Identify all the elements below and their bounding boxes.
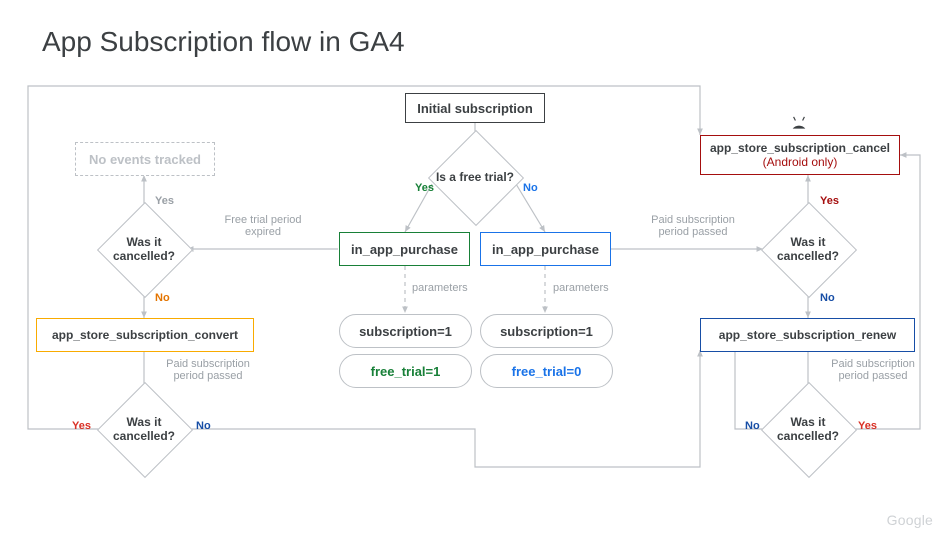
label-br-no: No [745, 420, 760, 432]
google-logo: Google [887, 512, 933, 528]
page-title: App Subscription flow in GA4 [42, 26, 405, 58]
label-bl-no: No [196, 420, 211, 432]
decision-cancelled-bottom-left: Was it cancelled? [144, 429, 145, 430]
node-subscription-renew: app_store_subscription_renew [700, 318, 915, 352]
node-initial-subscription: Initial subscription [405, 93, 545, 123]
label-paid-passed-right: Paid subscription period passed [638, 214, 748, 238]
decision-cancelled-bottom-right: Was it cancelled? [808, 429, 809, 430]
param-free-trial-1: free_trial=1 [339, 354, 472, 388]
param-subscription-left: subscription=1 [339, 314, 472, 348]
param-free-trial-0: free_trial=0 [480, 354, 613, 388]
label-paid-passed-br: Paid subscription period passed [818, 358, 928, 382]
node-iap-paid: in_app_purchase [480, 232, 611, 266]
label-paid-passed-left: Paid subscription period passed [153, 358, 263, 382]
label-free-trial-yes: Yes [415, 182, 434, 194]
label-tl-no: No [155, 292, 170, 304]
node-no-events: No events tracked [75, 142, 215, 176]
label-bl-yes: Yes [72, 420, 91, 432]
decision-cancelled-top-right: Was it cancelled? [808, 249, 809, 250]
label-tl-yes: Yes [155, 195, 174, 207]
param-subscription-right: subscription=1 [480, 314, 613, 348]
label-parameters-right: parameters [553, 282, 609, 294]
cancel-line-2: (Android only) [763, 155, 838, 169]
decision-free-trial: Is a free trial? [475, 177, 476, 178]
label-tr-no: No [820, 292, 835, 304]
cancel-line-1: app_store_subscription_cancel [710, 141, 890, 155]
node-iap-free-trial: in_app_purchase [339, 232, 470, 266]
label-free-trial-no: No [523, 182, 538, 194]
node-subscription-convert: app_store_subscription_convert [36, 318, 254, 352]
node-subscription-cancel: app_store_subscription_cancel (Android o… [700, 135, 900, 175]
label-free-trial-expired: Free trial period expired [213, 214, 313, 238]
label-tr-yes: Yes [820, 195, 839, 207]
decision-cancelled-top-left: Was it cancelled? [144, 249, 145, 250]
label-parameters-left: parameters [412, 282, 468, 294]
android-icon [788, 116, 810, 134]
label-br-yes: Yes [858, 420, 877, 432]
